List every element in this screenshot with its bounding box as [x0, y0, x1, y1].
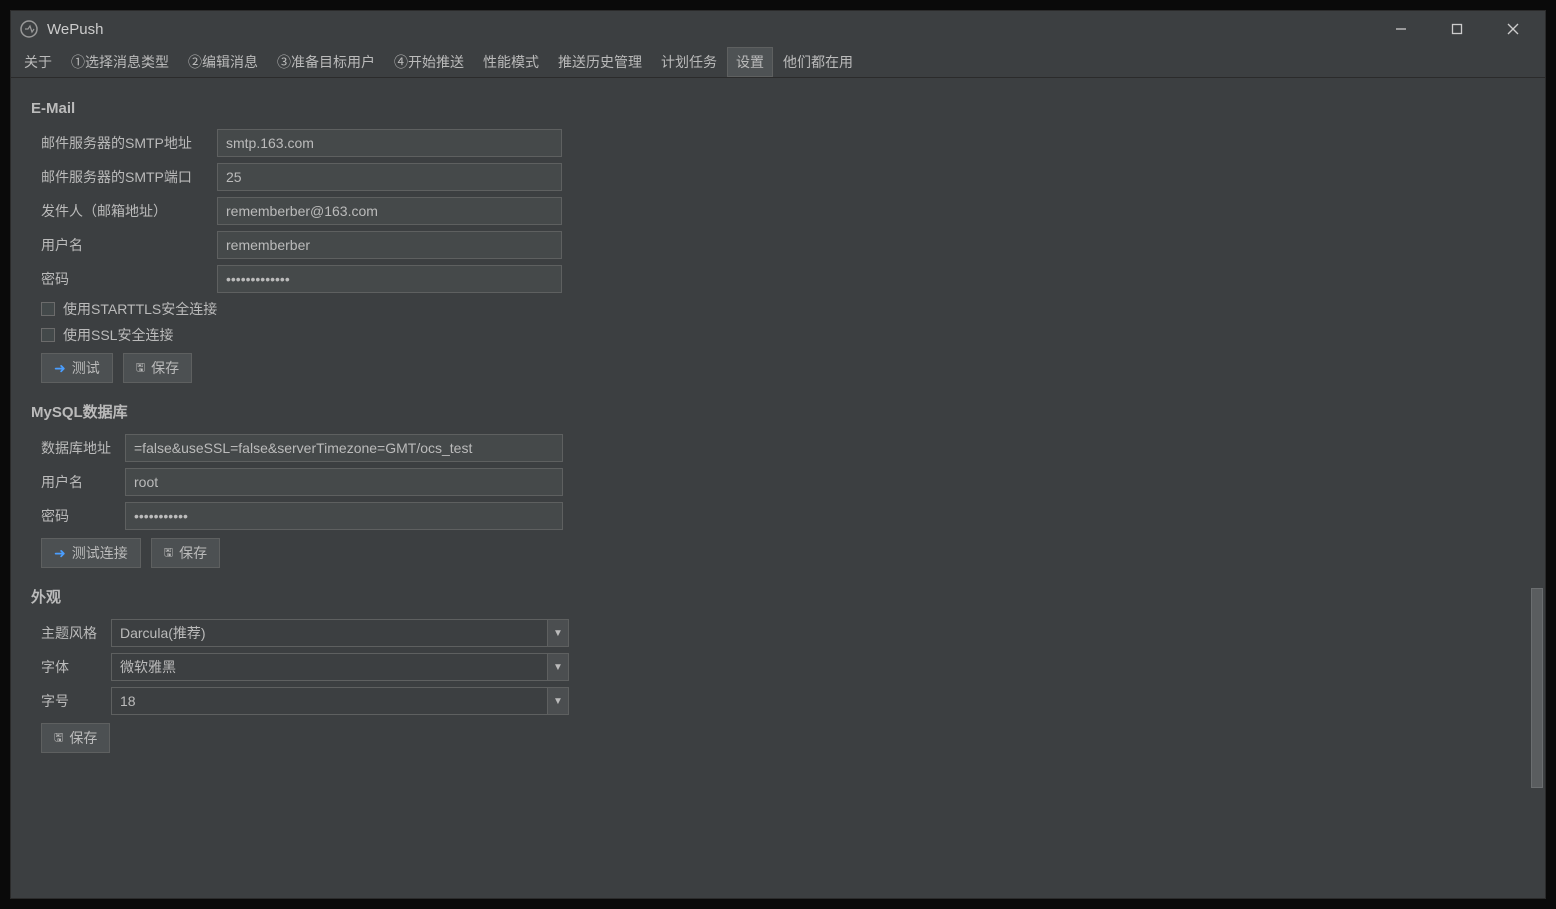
email-username-input[interactable]: [217, 231, 562, 259]
app-title: WePush: [47, 21, 1385, 38]
settings-content: E-Mail 邮件服务器的SMTP地址 邮件服务器的SMTP端口 发件人（邮箱地…: [11, 78, 1545, 898]
window-controls: [1385, 15, 1537, 43]
db-addr-label: 数据库地址: [31, 438, 125, 458]
close-button[interactable]: [1497, 15, 1529, 43]
starttls-checkbox[interactable]: [41, 302, 55, 316]
smtp-addr-label: 邮件服务器的SMTP地址: [31, 133, 217, 153]
arrow-right-icon: ➜: [54, 545, 66, 562]
scrollbar-thumb[interactable]: [1531, 588, 1543, 788]
app-icon: [19, 19, 39, 39]
chevron-down-icon: ▼: [547, 687, 569, 715]
theme-value: Darcula(推荐): [120, 623, 206, 643]
mysql-password-label: 密码: [31, 506, 125, 526]
save-icon: 🖫: [164, 544, 173, 563]
email-test-label: 测试: [72, 358, 100, 378]
chevron-down-icon: ▼: [547, 653, 569, 681]
theme-label: 主题风格: [31, 623, 111, 643]
font-select[interactable]: 微软雅黑 ▼: [111, 653, 569, 681]
email-password-input[interactable]: [217, 265, 562, 293]
font-label: 字体: [31, 657, 111, 677]
mysql-save-label: 保存: [179, 543, 207, 563]
tab-msg-type[interactable]: ①选择消息类型: [62, 47, 178, 77]
email-password-label: 密码: [31, 269, 217, 289]
fontsize-select[interactable]: 18 ▼: [111, 687, 569, 715]
mysql-test-label: 测试连接: [72, 543, 128, 563]
starttls-label: 使用STARTTLS安全连接: [63, 299, 217, 319]
tab-edit-msg[interactable]: ②编辑消息: [179, 47, 267, 77]
email-username-label: 用户名: [31, 235, 217, 255]
appearance-section-title: 外观: [31, 586, 1525, 607]
mysql-password-input[interactable]: [125, 502, 563, 530]
titlebar: WePush: [11, 11, 1545, 47]
save-icon: 🖫: [54, 729, 63, 748]
db-addr-input[interactable]: [125, 434, 563, 462]
tab-bar: 关于 ①选择消息类型 ②编辑消息 ③准备目标用户 ④开始推送 性能模式 推送历史…: [11, 47, 1545, 78]
arrow-right-icon: ➜: [54, 360, 66, 377]
chevron-down-icon: ▼: [547, 619, 569, 647]
mysql-section-title: MySQL数据库: [31, 401, 1525, 422]
ssl-label: 使用SSL安全连接: [63, 325, 173, 345]
email-section-title: E-Mail: [31, 100, 1525, 117]
fontsize-label: 字号: [31, 691, 111, 711]
email-test-button[interactable]: ➜ 测试: [41, 353, 113, 383]
mysql-save-button[interactable]: 🖫 保存: [151, 538, 220, 568]
mysql-username-label: 用户名: [31, 472, 125, 492]
vertical-scrollbar[interactable]: [1529, 78, 1543, 898]
tab-others[interactable]: 他们都在用: [774, 47, 862, 77]
maximize-button[interactable]: [1441, 15, 1473, 43]
sender-label: 发件人（邮箱地址）: [31, 201, 217, 221]
mysql-username-input[interactable]: [125, 468, 563, 496]
appearance-save-label: 保存: [69, 728, 97, 748]
appearance-save-button[interactable]: 🖫 保存: [41, 723, 110, 753]
font-value: 微软雅黑: [120, 657, 176, 677]
sender-input[interactable]: [217, 197, 562, 225]
save-icon: 🖫: [136, 359, 145, 378]
smtp-port-input[interactable]: [217, 163, 562, 191]
tab-about[interactable]: 关于: [15, 47, 61, 77]
tab-start-push[interactable]: ④开始推送: [385, 47, 473, 77]
smtp-port-label: 邮件服务器的SMTP端口: [31, 167, 217, 187]
tab-performance[interactable]: 性能模式: [474, 47, 548, 77]
fontsize-value: 18: [120, 693, 136, 709]
email-save-button[interactable]: 🖫 保存: [123, 353, 192, 383]
app-window: WePush 关于 ①选择消息类型 ②编辑消息 ③准备目标用户 ④开始推送 性能…: [10, 10, 1546, 899]
mysql-test-button[interactable]: ➜ 测试连接: [41, 538, 141, 568]
tab-settings[interactable]: 设置: [727, 47, 773, 77]
tab-history[interactable]: 推送历史管理: [549, 47, 651, 77]
email-save-label: 保存: [151, 358, 179, 378]
theme-select[interactable]: Darcula(推荐) ▼: [111, 619, 569, 647]
tab-schedule[interactable]: 计划任务: [652, 47, 726, 77]
minimize-button[interactable]: [1385, 15, 1417, 43]
smtp-addr-input[interactable]: [217, 129, 562, 157]
tab-prepare-users[interactable]: ③准备目标用户: [268, 47, 384, 77]
ssl-checkbox[interactable]: [41, 328, 55, 342]
